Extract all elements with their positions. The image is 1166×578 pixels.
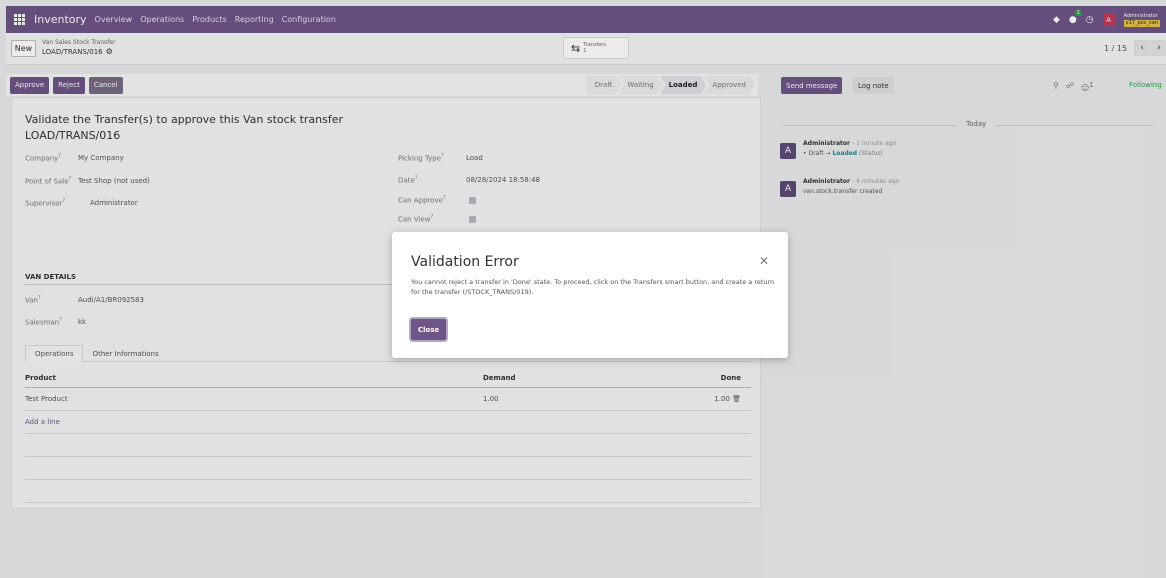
validation-error-dialog: Validation Error ✕ You cannot reject a t… xyxy=(392,232,788,358)
dialog-message: You cannot reject a transfer in 'Done' s… xyxy=(411,278,775,296)
dialog-title: Validation Error xyxy=(411,254,519,270)
close-button[interactable]: Close xyxy=(411,319,446,340)
close-icon[interactable]: ✕ xyxy=(759,254,769,268)
